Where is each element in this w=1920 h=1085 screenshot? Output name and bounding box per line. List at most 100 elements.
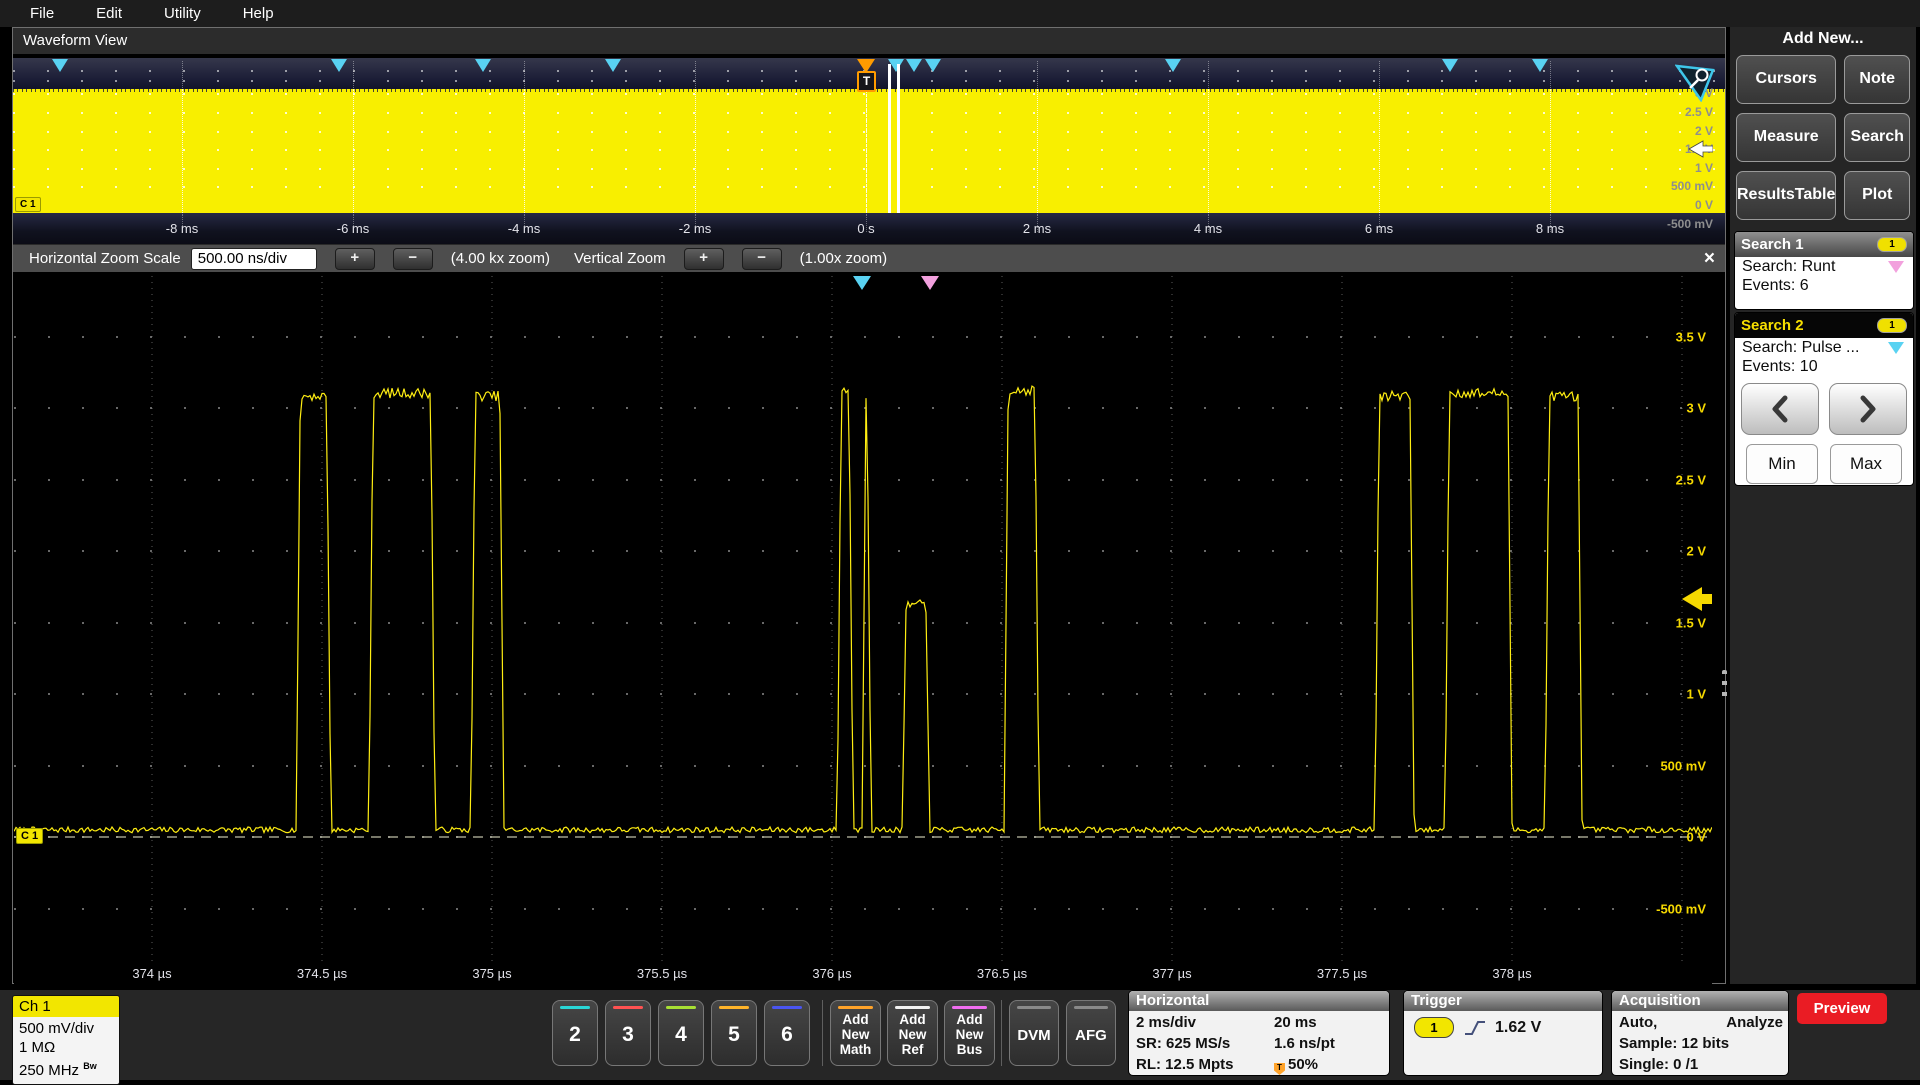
channel4-button[interactable]: 4	[658, 1000, 704, 1066]
channel2-button[interactable]: 2	[552, 1000, 598, 1066]
search2-min-button[interactable]: Min	[1746, 444, 1818, 484]
search1-badge[interactable]: Search 1 1 Search: Runt Events: 6	[1734, 231, 1914, 310]
add-new-results-table-button[interactable]: ResultsTable	[1736, 171, 1836, 220]
overview-voltage-label: 2.5 V	[1685, 105, 1713, 119]
zoom-time-label: 376 µs	[812, 966, 851, 981]
horizontal-zoom-minus-button[interactable]: −	[393, 248, 433, 270]
add-new-bus-button[interactable]: AddNewBus	[944, 1000, 995, 1066]
channel1-impedance: 1 MΩ	[19, 1038, 113, 1057]
search2-previous-button[interactable]	[1741, 383, 1819, 435]
search-pulse-width-marker-icon[interactable]	[853, 276, 871, 290]
button-label: AddNewRef	[888, 1012, 937, 1057]
menu-file[interactable]: File	[30, 5, 54, 22]
search-event-marker-icon[interactable]	[331, 59, 347, 72]
search-runt-marker-icon[interactable]	[921, 276, 939, 290]
preview-button[interactable]: Preview	[1797, 993, 1887, 1024]
panel-splitter-handle[interactable]	[1722, 670, 1727, 702]
zoom-waveform-plot[interactable]: 3.5 V3 V2.5 V2 V1.5 V1 V500 mV0 V-500 mV…	[14, 276, 1712, 964]
add-new-ref-button[interactable]: AddNewRef	[887, 1000, 938, 1066]
record-length: RL: 12.5 Mpts	[1136, 1054, 1234, 1075]
add-new-cursors-button[interactable]: Cursors	[1736, 55, 1836, 104]
add-new-search-button[interactable]: Search	[1844, 113, 1910, 162]
rising-edge-icon	[1463, 1019, 1487, 1037]
zoom-time-label: 377.5 µs	[1317, 966, 1367, 981]
horizontal-zoom-scale-label: Horizontal Zoom Scale	[29, 250, 181, 267]
zoom-toolbar: Horizontal Zoom Scale + − (4.00 kx zoom)…	[13, 244, 1725, 272]
search-event-marker-icon[interactable]	[906, 59, 922, 72]
channel5-button[interactable]: 5	[711, 1000, 757, 1066]
overview-time-label: -8 ms	[166, 221, 199, 236]
zoom-time-label: 375.5 µs	[637, 966, 687, 981]
overview-time-label: 2 ms	[1023, 221, 1051, 236]
add-new-measure-button[interactable]: Measure	[1736, 113, 1836, 162]
horizontal-zoom-scale-input[interactable]	[191, 248, 317, 270]
afg-button[interactable]: AFG	[1066, 1000, 1116, 1066]
search2-title: Search 2	[1741, 317, 1804, 334]
menu-edit[interactable]: Edit	[96, 5, 122, 22]
zoom-channel1-badge[interactable]: C 1	[16, 828, 43, 844]
search-event-marker-icon[interactable]	[475, 59, 491, 72]
trigger-settings-badge[interactable]: Trigger 1 1.62 V	[1403, 990, 1603, 1076]
overview-gridline	[1037, 89, 1038, 213]
acquisition-settings-badge[interactable]: Acquisition Auto, Analyze Sample: 12 bit…	[1611, 990, 1789, 1076]
search1-events: Events: 6	[1742, 277, 1809, 295]
zoom-window-selector[interactable]	[888, 64, 900, 213]
acquisition-mode: Auto,	[1619, 1012, 1657, 1033]
channel1-badge[interactable]: Ch 1 500 mV/div 1 MΩ 250 MHz Bw	[12, 995, 120, 1085]
search2-badge[interactable]: Search 2 1 Search: Pulse ... Events: 10 …	[1734, 312, 1914, 486]
acquisition-overview[interactable]: T3 V2.5 V2 V1.5 V1 V500 mV0 V-500 mV-8 m…	[13, 58, 1725, 244]
dvm-button[interactable]: DVM	[1009, 1000, 1059, 1066]
zoom-voltage-label: 3.5 V	[1676, 330, 1706, 345]
trigger-title: Trigger	[1404, 991, 1602, 1011]
horizontal-zoom-plus-button[interactable]: +	[335, 248, 375, 270]
trigger-level-arrow-icon[interactable]	[1682, 587, 1712, 611]
overview-grid-dots	[13, 186, 1725, 188]
acquisition-analyze: Analyze	[1726, 1012, 1783, 1033]
overview-time-label: -6 ms	[337, 221, 370, 236]
add-new-note-button[interactable]: Note	[1844, 55, 1910, 104]
menu-help[interactable]: Help	[243, 5, 274, 22]
overview-voltage-label: -500 mV	[1667, 217, 1713, 231]
search2-next-button[interactable]	[1829, 383, 1907, 435]
overview-zoom-icon[interactable]	[1675, 62, 1715, 102]
menu-utility[interactable]: Utility	[164, 5, 201, 22]
search-event-marker-icon[interactable]	[1532, 59, 1548, 72]
add-new-plot-button[interactable]: Plot	[1844, 171, 1910, 220]
search1-type: Search: Runt	[1742, 258, 1835, 276]
menu-bar: File Edit Utility Help	[0, 0, 1920, 27]
overview-channel1-badge[interactable]: C 1	[15, 197, 41, 212]
overview-gridline	[1208, 89, 1209, 213]
zoom-time-label: 378 µs	[1492, 966, 1531, 981]
vertical-zoom-plus-button[interactable]: +	[684, 248, 724, 270]
search1-header[interactable]: Search 1 1	[1735, 232, 1913, 257]
overview-gridline	[353, 89, 354, 213]
vertical-zoom-minus-button[interactable]: −	[742, 248, 782, 270]
channel-color-line	[1074, 1006, 1108, 1009]
trigger-position-tag[interactable]: T	[857, 71, 876, 92]
overview-grid-dots	[13, 168, 1725, 170]
vertical-zoom-readout: (1.00x zoom)	[800, 250, 888, 267]
ch1-waveform-trace[interactable]	[14, 386, 1712, 833]
settings-bar: Ch 1 500 mV/div 1 MΩ 250 MHz Bw Horizont…	[0, 990, 1920, 1080]
channel-color-line	[952, 1006, 986, 1009]
channel6-button[interactable]: 6	[764, 1000, 810, 1066]
add-new-math-button[interactable]: AddNewMath	[830, 1000, 881, 1066]
horizontal-settings-badge[interactable]: Horizontal 2 ms/div SR: 625 MS/s RL: 12.…	[1128, 990, 1390, 1076]
channel3-button[interactable]: 3	[605, 1000, 651, 1066]
search-event-marker-icon[interactable]	[52, 59, 68, 72]
search2-max-button[interactable]: Max	[1830, 444, 1902, 484]
overview-voltage-label: 0 V	[1695, 198, 1713, 212]
vertical-zoom-label: Vertical Zoom	[574, 250, 666, 267]
search-event-marker-icon[interactable]	[1165, 59, 1181, 72]
waveform-view-titlebar: Waveform View	[13, 28, 1725, 54]
overview-trigger-level-arrow-icon[interactable]	[1687, 140, 1713, 158]
overview-time-label: 0 s	[857, 221, 874, 236]
close-zoom-icon[interactable]: ×	[1704, 248, 1715, 270]
search2-header[interactable]: Search 2 1	[1735, 313, 1913, 338]
divider	[1001, 1000, 1002, 1066]
overview-time-label: -4 ms	[508, 221, 541, 236]
search-event-marker-icon[interactable]	[605, 59, 621, 72]
search-event-marker-icon[interactable]	[925, 59, 941, 72]
channel-number: 6	[765, 1023, 809, 1047]
search-event-marker-icon[interactable]	[1442, 59, 1458, 72]
